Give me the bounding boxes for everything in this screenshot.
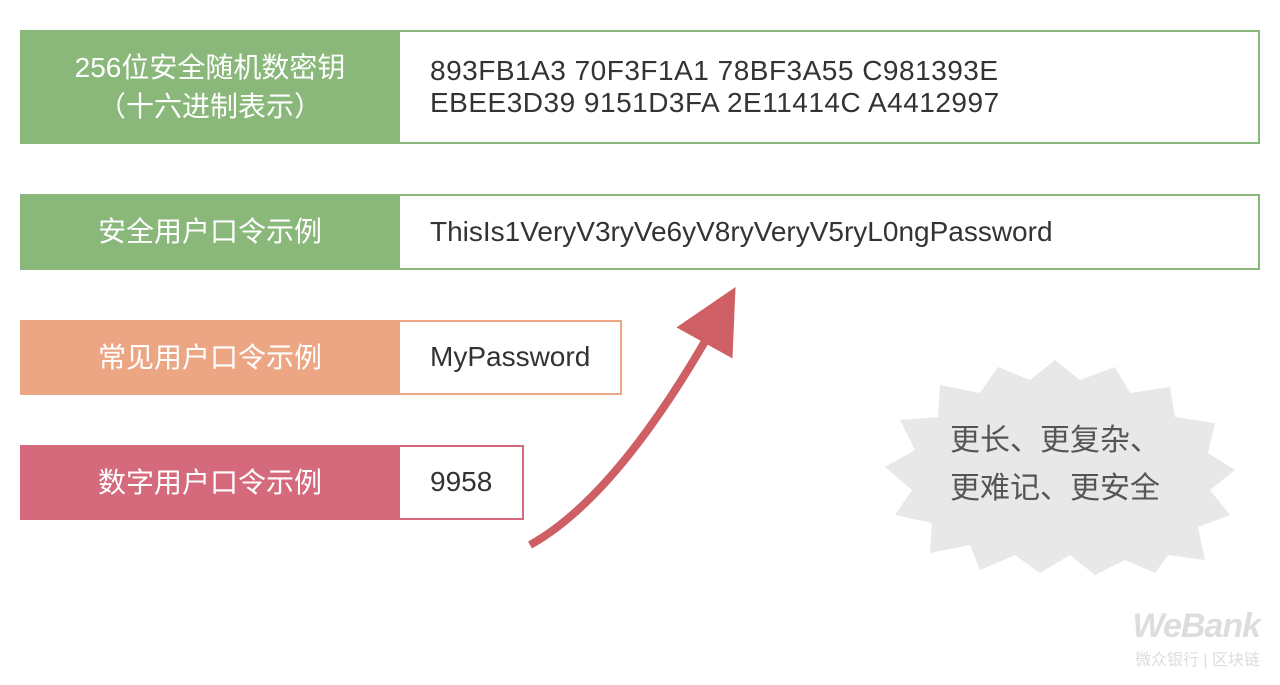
callout-line1: 更长、更复杂、 xyxy=(950,417,1160,465)
value-secure-key-line2: EBEE3D39 9151D3FA 2E11414C A4412997 xyxy=(430,87,1228,119)
value-secure-password: ThisIs1VeryV3ryVe6yV8ryVeryV5ryL0ngPassw… xyxy=(400,194,1260,269)
value-common-password-text: MyPassword xyxy=(430,341,590,373)
label-common-password-text: 常见用户口令示例 xyxy=(98,338,322,377)
label-common-password: 常见用户口令示例 xyxy=(20,320,400,395)
value-numeric-password-text: 9958 xyxy=(430,466,492,498)
callout-line2: 更难记、更安全 xyxy=(950,465,1160,513)
callout-starburst: 更长、更复杂、 更难记、更安全 xyxy=(870,355,1240,575)
value-secure-password-text: ThisIs1VeryV3ryVe6yV8ryVeryV5ryL0ngPassw… xyxy=(430,216,1228,248)
row-secure-password: 安全用户口令示例 ThisIs1VeryV3ryVe6yV8ryVeryV5ry… xyxy=(20,194,1260,269)
label-secure-key-line2: （十六进制表示） xyxy=(98,87,322,126)
watermark-brand: WeBank xyxy=(1132,607,1260,646)
watermark-sub: 微众银行 | 区块链 xyxy=(1132,646,1260,670)
label-secure-password-text: 安全用户口令示例 xyxy=(98,212,322,251)
label-numeric-password-text: 数字用户口令示例 xyxy=(98,463,322,502)
value-common-password: MyPassword xyxy=(400,320,622,395)
value-secure-key-line1: 893FB1A3 70F3F1A1 78BF3A55 C981393E xyxy=(430,55,1228,87)
callout-text: 更长、更复杂、 更难记、更安全 xyxy=(950,417,1160,513)
label-secure-password: 安全用户口令示例 xyxy=(20,194,400,269)
label-secure-key: 256位安全随机数密钥 （十六进制表示） xyxy=(20,30,400,144)
value-secure-key: 893FB1A3 70F3F1A1 78BF3A55 C981393E EBEE… xyxy=(400,30,1260,144)
watermark: WeBank 微众银行 | 区块链 xyxy=(1132,607,1260,670)
value-numeric-password: 9958 xyxy=(400,445,524,520)
label-numeric-password: 数字用户口令示例 xyxy=(20,445,400,520)
row-secure-key: 256位安全随机数密钥 （十六进制表示） 893FB1A3 70F3F1A1 7… xyxy=(20,30,1260,144)
label-secure-key-line1: 256位安全随机数密钥 xyxy=(75,48,346,87)
